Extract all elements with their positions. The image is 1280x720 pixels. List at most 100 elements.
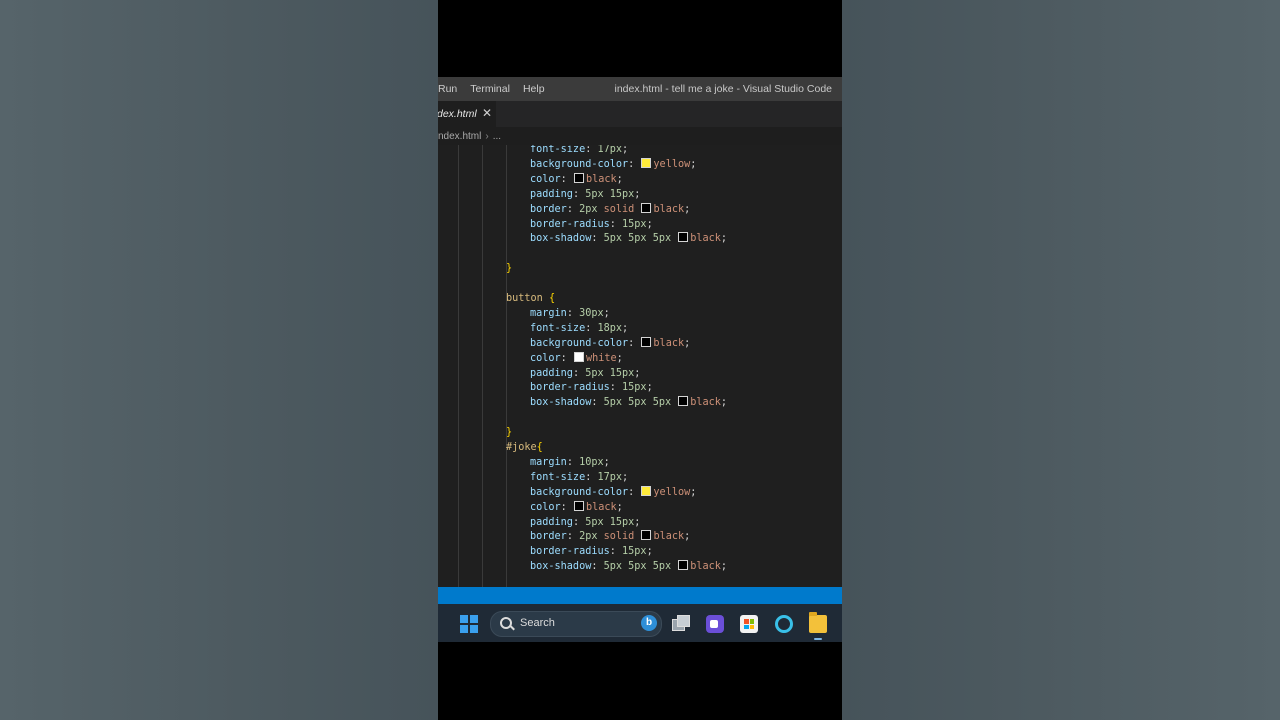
code-token: white [585,352,617,364]
code-token: font-size [530,145,586,155]
code-token: 10px [579,456,604,468]
code-line[interactable]: padding: 5px 15px; [530,188,640,203]
blurred-background-left [0,0,438,720]
code-line[interactable]: border: 2px solid black; [530,530,690,545]
code-token: background-color [530,486,629,498]
color-swatch[interactable] [573,351,584,362]
code-line[interactable]: margin: 30px; [530,307,610,322]
cortana-icon[interactable] [775,615,793,633]
color-swatch[interactable] [678,232,689,243]
breadcrumb-more[interactable]: ... [493,131,501,142]
menu-item-help[interactable]: Help [523,83,545,95]
code-token: ; [720,561,728,573]
color-swatch[interactable] [573,172,584,183]
search-label: Search [520,617,555,629]
code-line[interactable]: margin: 10px; [530,456,610,471]
code-token: : [628,337,641,349]
code-line[interactable]: } [506,262,512,277]
color-swatch[interactable] [641,202,652,213]
code-line[interactable]: box-shadow: 5px 5px 5px black; [530,396,727,411]
code-token: padding [530,188,573,200]
code-token: : [591,397,604,409]
code-token: 15px [622,218,647,230]
code-line[interactable]: font-size: 18px; [530,322,628,337]
code-token: 5px 5px 5px [603,233,678,245]
code-token: box-shadow [530,233,592,245]
chevron-right-icon: › [485,130,489,142]
color-swatch[interactable] [641,336,652,347]
code-token: 5px 15px [585,367,635,379]
code-token: 30px [579,307,604,319]
color-swatch[interactable] [678,560,689,571]
title-bar: Run Terminal Help index.html - tell me a… [438,77,842,101]
code-token: ; [690,158,697,170]
menu-item-run[interactable]: Run [438,83,457,95]
tab-index-html[interactable]: dex.html ✕ [438,101,496,127]
code-line[interactable]: border-radius: 15px; [530,545,653,560]
code-token: } [506,263,513,275]
close-icon[interactable]: ✕ [482,106,492,120]
code-token: : [572,516,586,528]
indent-guide [482,145,483,587]
color-swatch[interactable] [641,530,652,541]
code-line[interactable]: background-color: yellow; [530,485,696,501]
microsoft-store-icon[interactable] [740,615,758,633]
code-line[interactable]: box-shadow: 5px 5px 5px black; [530,560,727,575]
code-line[interactable]: font-size: 17px; [530,471,628,486]
windows-start-icon[interactable] [460,615,478,633]
code-token: 5px 5px 5px [603,561,678,573]
code-token: : [572,367,586,379]
color-swatch[interactable] [641,485,652,496]
bing-icon[interactable]: b [641,615,657,631]
code-line[interactable]: button { [506,292,555,307]
code-line[interactable]: color: black; [530,500,623,516]
code-line[interactable]: border-radius: 15px; [530,218,653,233]
code-line[interactable]: background-color: black; [530,336,690,352]
code-line[interactable]: font-size: 17px; [530,145,628,158]
code-token: : [609,382,623,394]
code-line[interactable]: box-shadow: 5px 5px 5px black; [530,232,727,247]
indent-guide [458,145,459,587]
code-token: 17px [597,471,623,483]
code-line[interactable]: color: black; [530,172,623,188]
editor-tab-bar: dex.html ✕ [438,101,842,127]
menu-bar: Run Terminal Help [438,83,558,95]
code-token: 2px [579,531,604,543]
code-token: padding [530,367,573,379]
code-token: 5px 15px [585,188,635,200]
code-token: border-radius [530,546,610,558]
meet-chat-icon[interactable] [706,615,724,633]
code-token: 18px [597,322,623,334]
file-explorer-icon[interactable] [809,612,827,633]
code-token: border [530,531,567,543]
code-line[interactable]: padding: 5px 15px; [530,367,640,382]
color-swatch[interactable] [678,396,689,407]
code-line[interactable]: } [506,426,512,441]
task-view-icon[interactable] [672,615,690,633]
code-line[interactable]: border-radius: 15px; [530,381,653,396]
code-line[interactable]: #joke{ [506,441,543,456]
active-app-indicator [814,638,822,640]
code-token: ; [622,471,629,483]
code-token: ; [684,531,691,543]
code-token: border-radius [530,382,610,394]
color-swatch[interactable] [573,500,584,511]
breadcrumb-file[interactable]: ndex.html [438,131,481,142]
taskbar-search-box[interactable]: Search b [490,611,662,637]
code-token: : [591,561,604,573]
code-line[interactable]: background-color: yellow; [530,157,697,173]
color-swatch[interactable] [641,157,652,168]
code-token: : [566,307,580,319]
code-token: black [585,501,617,513]
code-token: color [530,352,561,364]
status-bar [438,587,842,604]
code-token: margin [530,456,567,468]
code-token: ; [622,322,629,334]
code-editor[interactable]: font-size: 17px; background-color: yellow… [438,145,842,587]
code-line[interactable]: color: white; [530,351,623,367]
code-line[interactable]: border: 2px solid black; [530,202,690,218]
code-token: ; [634,367,641,379]
menu-item-terminal[interactable]: Terminal [470,83,510,95]
code-line[interactable]: padding: 5px 15px; [530,516,640,531]
code-token: : [560,501,573,513]
